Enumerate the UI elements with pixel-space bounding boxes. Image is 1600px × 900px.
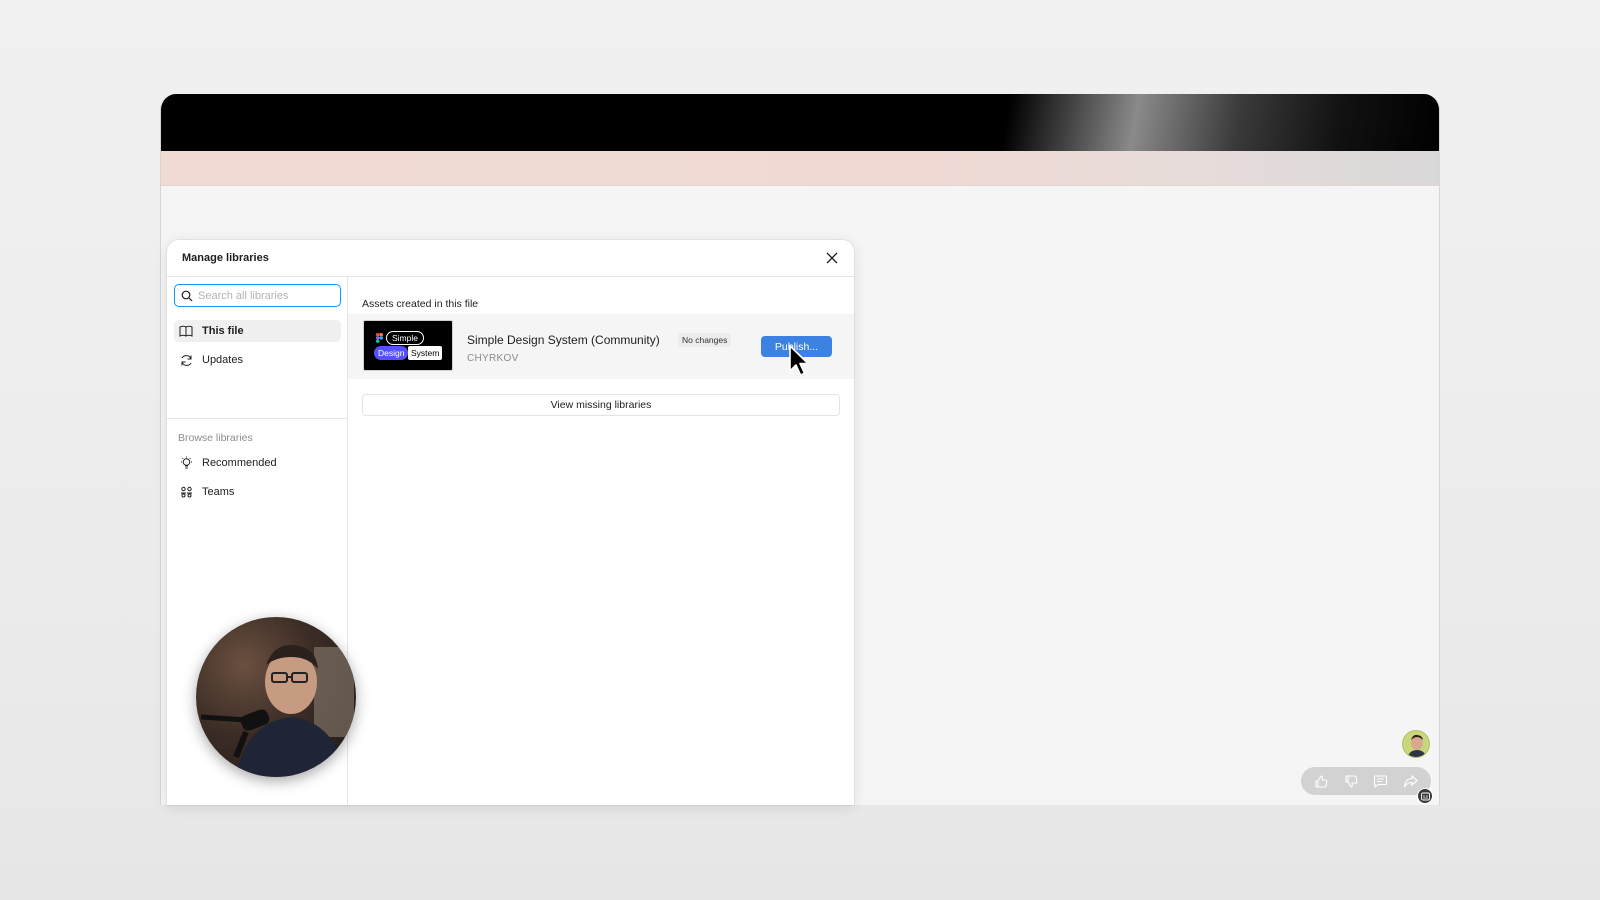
close-icon [826, 252, 838, 264]
sidebar-divider [167, 418, 347, 419]
book-icon [179, 324, 193, 338]
browse-libraries-label: Browse libraries [178, 432, 253, 444]
team-icon [179, 485, 193, 499]
dialog-title: Manage libraries [182, 252, 269, 264]
library-row[interactable]: Simple Design System Simple Design Syste… [348, 314, 854, 379]
floating-action-bar [1301, 767, 1431, 795]
close-button[interactable] [822, 248, 842, 268]
captions-toggle[interactable] [1417, 788, 1433, 804]
thumbnail-word: System [408, 346, 443, 360]
sidebar-item-updates[interactable]: Updates [174, 349, 341, 371]
dislike-icon [1345, 774, 1358, 788]
avatar[interactable] [1402, 730, 1430, 758]
app-toolbar-band [161, 151, 1439, 186]
mouse-cursor-icon [789, 345, 809, 376]
search-field[interactable] [174, 284, 341, 307]
libraries-content: Assets created in this file Simple Desig… [348, 277, 854, 805]
lightbulb-icon [179, 456, 193, 470]
library-author: CHYRKOV [467, 353, 519, 364]
library-name: Simple Design System (Community) [467, 333, 660, 347]
sidebar-item-recommended[interactable]: Recommended [174, 452, 341, 474]
app-top-bar [161, 94, 1439, 151]
dislike-button[interactable] [1341, 771, 1361, 791]
sidebar-item-label: Recommended [202, 457, 277, 469]
webcam-overlay [196, 617, 356, 777]
view-missing-libraries-button[interactable]: View missing libraries [362, 394, 840, 416]
refresh-icon [179, 353, 193, 367]
section-heading: Assets created in this file [362, 298, 479, 310]
sidebar-item-this-file[interactable]: This file [174, 320, 341, 342]
thumbnail-word: Simple [386, 331, 424, 345]
comment-button[interactable] [1371, 771, 1391, 791]
dialog-header: Manage libraries [167, 240, 854, 277]
sidebar-item-label: Updates [202, 354, 243, 366]
status-badge: No changes [678, 333, 732, 347]
share-button[interactable] [1400, 771, 1420, 791]
sidebar-item-label: Teams [202, 486, 235, 498]
thumbnail-word: Design [374, 346, 409, 360]
sidebar-item-label: This file [202, 325, 244, 337]
like-button[interactable] [1312, 771, 1332, 791]
presenter-video [200, 644, 354, 777]
captions-icon [1420, 792, 1430, 800]
comment-icon [1374, 774, 1388, 788]
figma-logo-icon [376, 333, 383, 343]
share-icon [1403, 774, 1418, 787]
library-thumbnail: Simple Design System [363, 320, 453, 371]
search-input[interactable] [198, 289, 338, 302]
sidebar-item-teams[interactable]: Teams [174, 481, 341, 503]
like-icon [1315, 774, 1328, 788]
search-icon [181, 290, 193, 301]
